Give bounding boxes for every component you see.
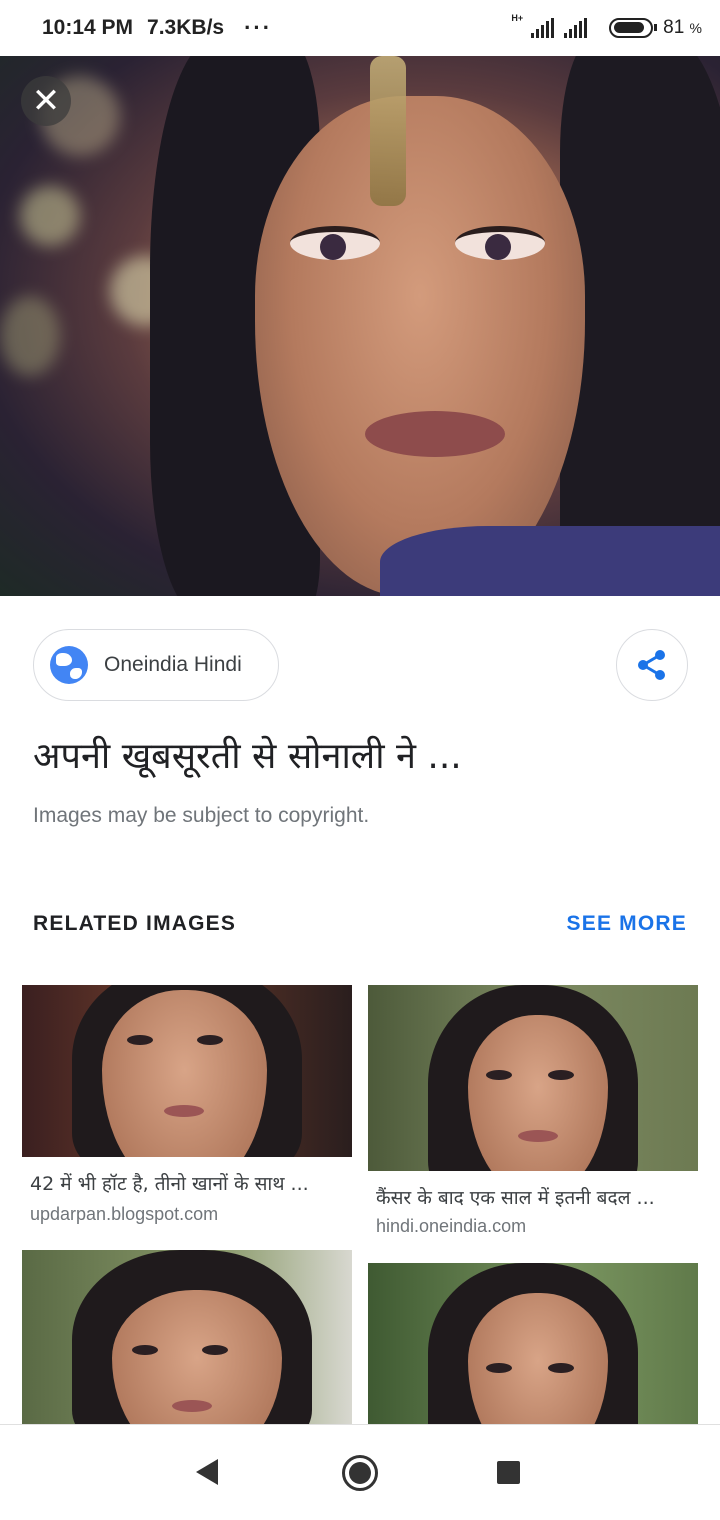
source-chip[interactable]: Oneindia Hindi: [33, 629, 279, 701]
page-title[interactable]: अपनी खूबसूरती से सोनाली ने ...: [33, 730, 693, 779]
related-image-3[interactable]: [22, 1250, 352, 1424]
face-shape: [102, 990, 267, 1157]
face-shape: [255, 96, 585, 596]
eye-shape: [202, 1345, 228, 1355]
related-image-4[interactable]: [368, 1263, 698, 1424]
eye-shape: [548, 1070, 574, 1080]
source-name: Oneindia Hindi: [104, 653, 242, 676]
network-type-label: H+: [511, 13, 524, 23]
recents-icon[interactable]: [497, 1461, 520, 1484]
lips-shape: [365, 411, 505, 457]
related-image-2[interactable]: [368, 985, 698, 1171]
home-icon[interactable]: [342, 1455, 378, 1491]
eye-shape: [455, 226, 545, 260]
close-icon: ✕: [31, 82, 61, 120]
face-shape: [468, 1293, 608, 1424]
status-time: 10:14 PM: [42, 16, 134, 39]
status-indicators: H+ 81 %: [511, 13, 702, 39]
eye-shape: [127, 1035, 153, 1045]
signal-icon-2: [564, 18, 588, 38]
globe-icon: [50, 646, 88, 684]
related-domain-1: updarpan.blogspot.com: [30, 1204, 219, 1224]
eye-shape: [290, 226, 380, 260]
related-caption-1[interactable]: 42 में भी हॉट है, तीनो खानों के साथ ...: [30, 1170, 345, 1196]
related-image-1[interactable]: [22, 985, 352, 1157]
see-more-link[interactable]: SEE MORE: [567, 912, 687, 936]
system-navigation-bar: [0, 1424, 720, 1520]
related-caption-2[interactable]: कैंसर के बाद एक साल में इतनी बदल ...: [376, 1184, 691, 1210]
lips-shape: [518, 1130, 558, 1142]
eye-shape: [548, 1363, 574, 1373]
eye-shape: [197, 1035, 223, 1045]
garment-shape: [380, 526, 720, 596]
eye-shape: [132, 1345, 158, 1355]
battery-percent: 81 %: [663, 17, 702, 38]
signal-icon: [531, 18, 555, 38]
share-icon: [638, 650, 665, 680]
close-button[interactable]: ✕: [21, 76, 71, 126]
bokeh-light: [0, 296, 60, 376]
main-image[interactable]: [0, 56, 720, 596]
status-bar: 10:14 PM 7.3KB/s ··· H+ 81 %: [0, 0, 720, 56]
battery-icon: [609, 18, 658, 38]
related-images-heading: RELATED IMAGES: [33, 912, 237, 935]
status-network-speed: 7.3KB/s: [147, 16, 225, 39]
eye-shape: [486, 1363, 512, 1373]
face-shape: [468, 1015, 608, 1171]
jewelry-shape: [370, 56, 406, 206]
bokeh-light: [20, 186, 80, 246]
copyright-notice: Images may be subject to copyright.: [33, 804, 370, 827]
lips-shape: [164, 1105, 204, 1117]
eye-shape: [486, 1070, 512, 1080]
status-more-icon: ···: [244, 15, 273, 40]
back-icon[interactable]: [196, 1459, 218, 1485]
related-domain-2: hindi.oneindia.com: [376, 1216, 527, 1236]
lips-shape: [172, 1400, 212, 1412]
share-button[interactable]: [616, 629, 688, 701]
